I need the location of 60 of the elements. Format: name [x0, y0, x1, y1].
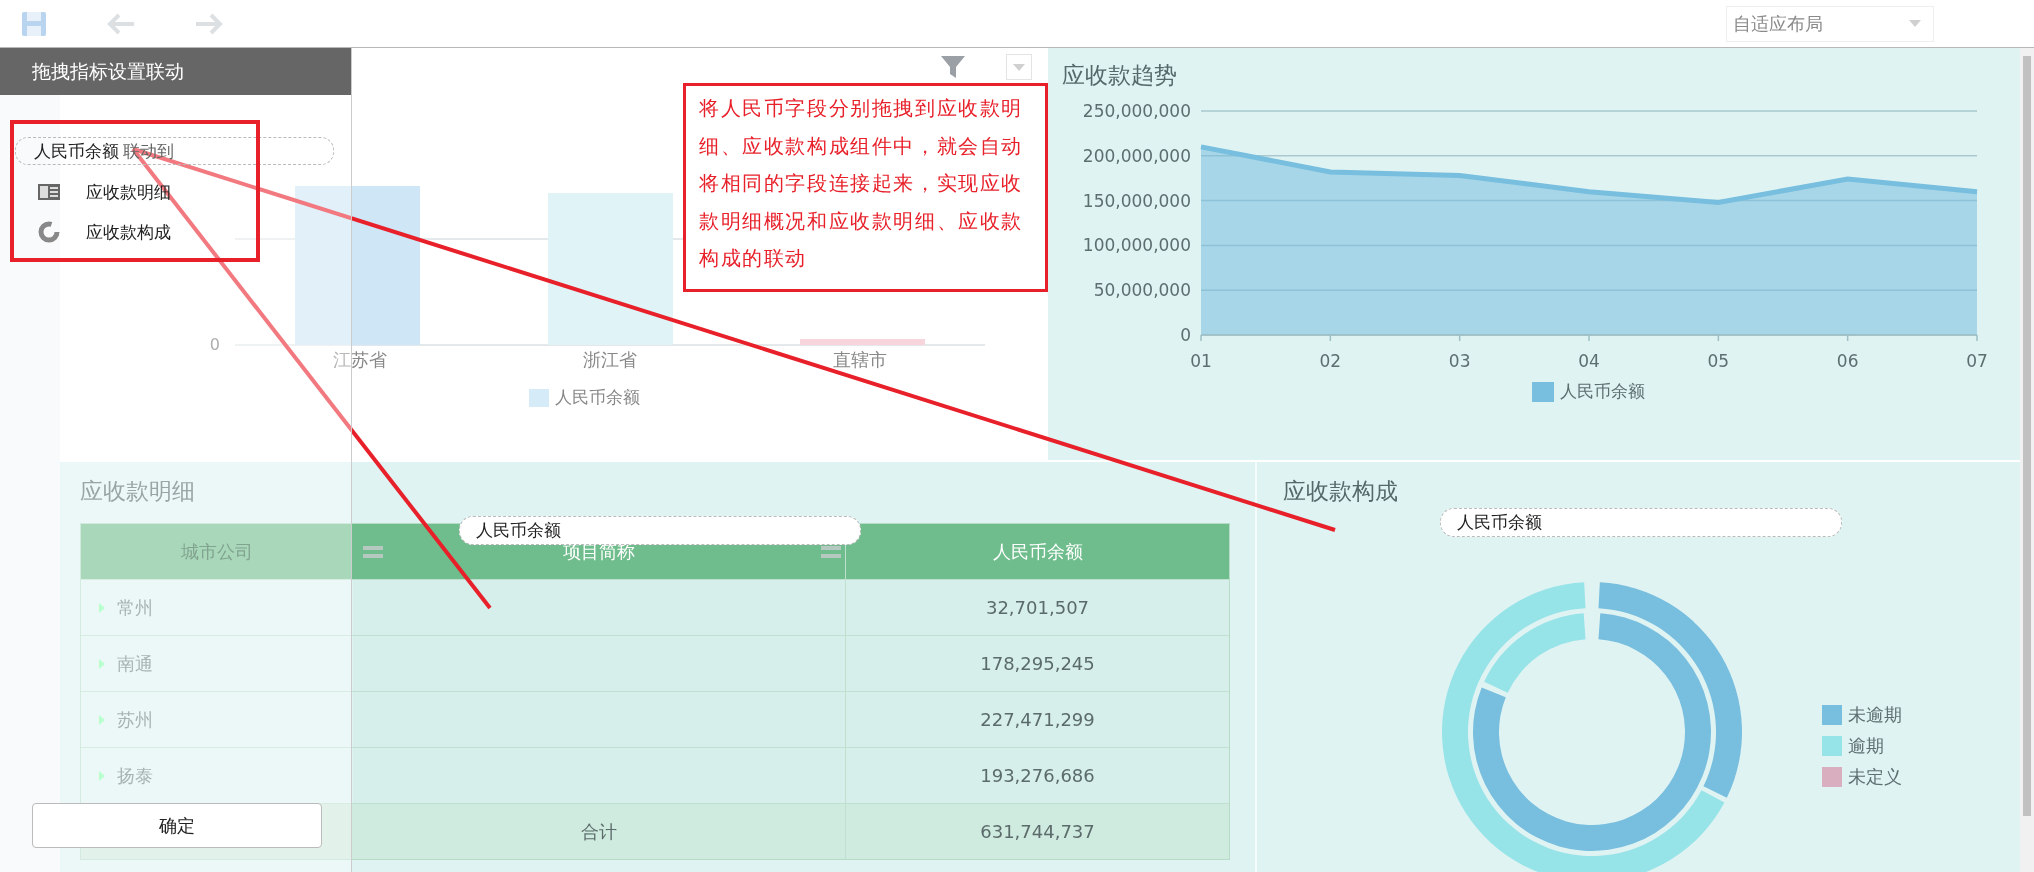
axis-label: 浙江省	[582, 348, 638, 372]
field-pill[interactable]: 人民币余额	[1440, 508, 1842, 537]
legend-swatch	[528, 388, 549, 407]
axis-label: 02	[1319, 351, 1342, 371]
table-cell: 合计	[353, 804, 846, 859]
axis-label: 100,000,000	[1082, 235, 1191, 256]
city-name: 扬泰	[117, 763, 153, 788]
axis-label: 250,000,000	[1082, 101, 1191, 121]
drag-handle-icon[interactable]	[821, 546, 841, 560]
table-cell: 178,295,245	[846, 636, 1229, 691]
axis-label: 03	[1448, 351, 1471, 371]
annotation-note: 将人民币字段分别拖拽到应收款明细、应收款构成组件中，就会自动将相同的字段连接起来，实现应收款明细概况和应收款明细、应收款构成的联动	[683, 83, 1048, 292]
table-cell: 227,471,299	[846, 692, 1229, 747]
caret-icon	[1909, 20, 1921, 27]
axis-label: 50,000,000	[1093, 280, 1191, 301]
legend-label: 未定义	[1848, 765, 1902, 789]
axis-label: 直辖市	[832, 348, 888, 372]
legend-label: 人民币余额	[554, 386, 640, 409]
table-cell: 193,276,686	[846, 748, 1229, 803]
widget-title: 应收款构成	[1283, 477, 1399, 506]
dropdown-button[interactable]	[1006, 54, 1032, 80]
field-pill[interactable]: 人民币余额	[459, 516, 861, 545]
axis-label: 200,000,000	[1082, 145, 1191, 166]
expand-icon[interactable]	[99, 658, 105, 669]
axis-label: 150,000,000	[1082, 190, 1191, 211]
donut-icon	[38, 221, 60, 243]
expand-icon[interactable]	[99, 714, 105, 725]
component-item[interactable]: 应收款构成	[86, 220, 171, 244]
column-header: 人民币余额	[991, 539, 1084, 564]
axis-label: 01	[1190, 351, 1212, 371]
table-cell-text: 631,744,737	[979, 820, 1096, 844]
city-name: 常州	[117, 595, 153, 620]
legend-label: 人民币余额	[1559, 380, 1645, 403]
legend-label: 未逾期	[1848, 703, 1902, 727]
legend-label: 逾期	[1848, 734, 1884, 758]
axis-label: 江苏省	[332, 348, 388, 372]
expand-icon[interactable]	[99, 602, 105, 613]
axis-label: 0	[208, 335, 221, 354]
table-cell: 32,701,507	[846, 580, 1229, 635]
legend-swatch	[1531, 381, 1554, 402]
widget-title: 应收款趋势	[1062, 61, 1178, 90]
axis-label: 07	[1966, 351, 1988, 371]
axis-label: 04	[1578, 351, 1600, 371]
forward-arrow-icon[interactable]	[194, 11, 224, 36]
filter-icon[interactable]	[940, 54, 966, 80]
axis-label: 0	[1180, 325, 1191, 345]
save-icon[interactable]	[20, 9, 48, 38]
drag-handle-icon[interactable]	[363, 546, 383, 560]
layout-dropdown[interactable]: 自适应布局	[1726, 5, 1934, 42]
city-name: 苏州	[117, 707, 153, 732]
confirm-button[interactable]: 确定	[32, 803, 322, 848]
scrollbar[interactable]	[2020, 48, 2034, 872]
axis-label: 06	[1836, 351, 1859, 371]
expand-icon[interactable]	[99, 770, 105, 781]
axis-label: 05	[1707, 351, 1730, 371]
widget-title: 应收款明细	[80, 477, 196, 506]
table-icon	[38, 184, 60, 200]
panel-title: 拖拽指标设置联动	[0, 48, 351, 95]
city-name: 南通	[117, 651, 153, 676]
back-arrow-icon[interactable]	[106, 11, 136, 36]
